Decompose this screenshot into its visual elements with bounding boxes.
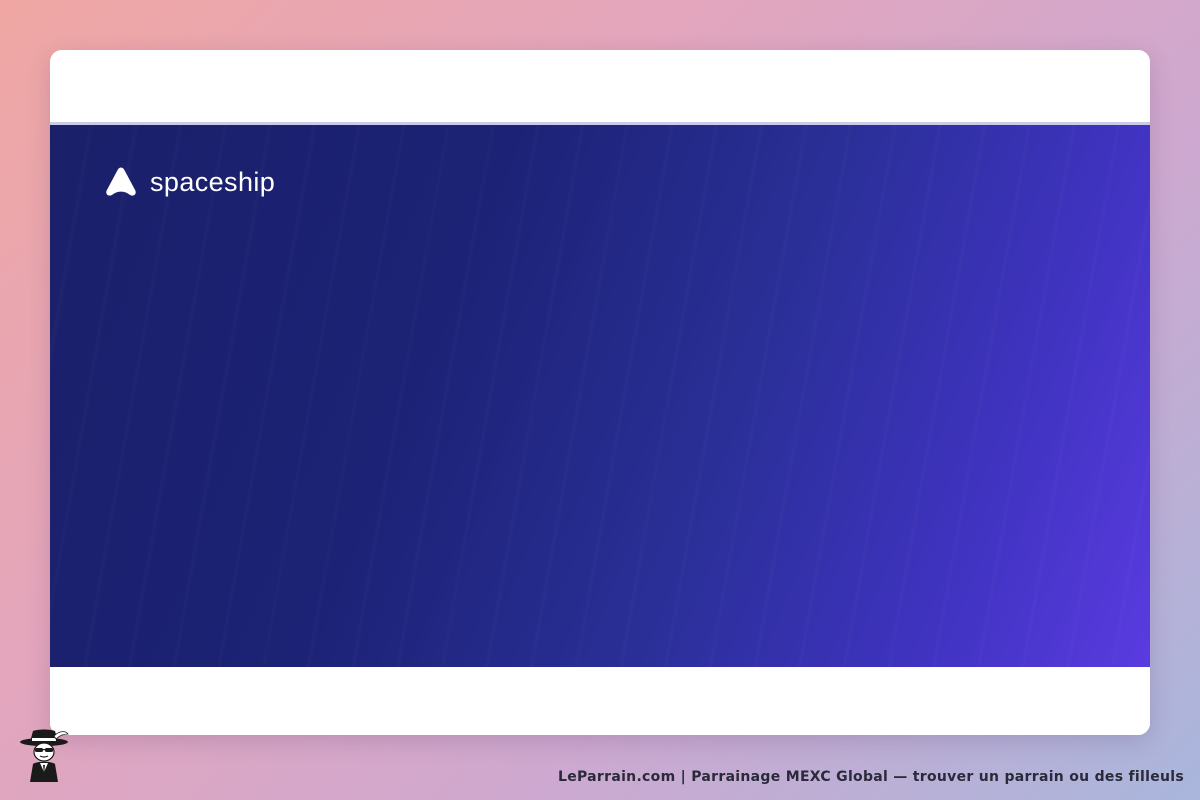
bottom-white-bar (50, 667, 1150, 735)
hero-light-streaks (50, 125, 1150, 667)
spaceship-logo-link[interactable]: spaceship (104, 165, 275, 199)
top-white-bar (50, 50, 1150, 122)
hero-banner: spaceship (50, 125, 1150, 667)
screenshot-card: spaceship (50, 50, 1150, 735)
brand-name: spaceship (150, 166, 276, 197)
godfather-mascot-icon (20, 729, 69, 782)
footer-caption: LeParrain.com | Parrainage MEXC Global —… (557, 769, 1184, 785)
spaceship-logo-icon (106, 167, 136, 196)
